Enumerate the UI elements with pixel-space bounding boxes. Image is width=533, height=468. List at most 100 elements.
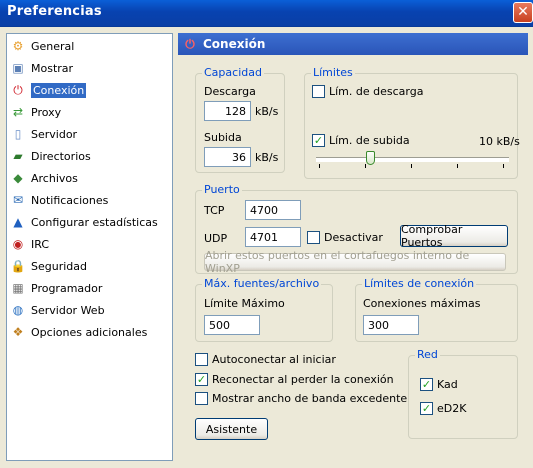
tcp-label: TCP — [204, 204, 225, 217]
sidebar-item[interactable]: ✉ Notificaciones — [10, 190, 111, 210]
panel-header: ⏻ Conexión — [178, 33, 528, 55]
descarga-label: Descarga — [204, 85, 256, 98]
subida-input[interactable]: 36 — [204, 147, 251, 167]
gear-icon: ⚙ — [12, 39, 24, 53]
sidebar-item[interactable]: ▦ Programador — [10, 278, 105, 298]
window-title: Preferencias — [7, 4, 102, 19]
slider-tick — [365, 164, 366, 168]
lim-subida-box[interactable]: ✓ — [312, 134, 325, 147]
sidebar-item[interactable]: ◍ Servidor Web — [10, 300, 108, 320]
upload-slider-track[interactable] — [316, 157, 509, 162]
conexion-limits-legend: Límites de conexión — [362, 277, 477, 290]
sidebar-item[interactable]: ▰ Directorios — [10, 146, 94, 166]
statistics-icon: ▲ — [13, 215, 23, 229]
autoconectar-label: Autoconectar al iniciar — [212, 353, 336, 366]
mostrar-ancho-box[interactable] — [195, 392, 208, 405]
lim-subida-checkbox[interactable]: ✓ Lím. de subida — [312, 134, 410, 147]
sidebar-item-label: Archivos — [31, 171, 78, 185]
sidebar-item-label: Conexión — [31, 82, 87, 98]
limites-legend: Límites — [311, 66, 355, 79]
sidebar-item-label: Notificaciones — [31, 193, 109, 207]
server-icon: ▯ — [14, 127, 22, 141]
udp-port-input[interactable]: 4701 — [245, 227, 301, 247]
mostrar-ancho-checkbox[interactable]: Mostrar ancho de banda excedente — [195, 392, 407, 405]
kad-label: Kad — [437, 378, 458, 391]
reconectar-box[interactable]: ✓ — [195, 373, 208, 386]
sidebar-item[interactable]: ⚙ General — [10, 36, 77, 56]
sidebar-item-label: General — [31, 39, 75, 53]
sidebar-item-label: Proxy — [31, 105, 62, 119]
sidebar-item[interactable]: ▯ Servidor — [10, 124, 80, 144]
sidebar-item[interactable]: ▲ Configurar estadísticas — [10, 212, 161, 232]
limite-maximo-label: Límite Máximo — [204, 297, 285, 310]
red-group: Red — [408, 348, 518, 439]
slider-tick — [411, 164, 412, 168]
notification-icon: ✉ — [12, 193, 24, 207]
conexiones-maximas-input[interactable]: 300 — [363, 315, 419, 335]
close-button[interactable]: ✕ — [513, 2, 533, 23]
settings-panel: ⏻ Conexión Capacidad Descarga 128 kB/s S… — [178, 33, 528, 461]
subida-label: Subida — [204, 131, 242, 144]
fuentes-legend: Máx. fuentes/archivo — [202, 277, 322, 290]
firewall-button[interactable]: Abrir estos puertos en el cortafuegos in… — [204, 249, 506, 275]
capacidad-legend: Capacidad — [202, 66, 264, 79]
sidebar: ⚙ General ▣ Mostrar ⏻ Conexión ⇄ Proxy ▯ Servidor… — [6, 33, 173, 461]
sidebar-item[interactable]: ⏻ Conexión — [10, 80, 89, 100]
sidebar-item-label: Servidor — [31, 127, 78, 141]
sidebar-item-label: Opciones adicionales — [31, 325, 148, 339]
descarga-unit: kB/s — [255, 105, 279, 118]
mostrar-ancho-label: Mostrar ancho de banda excedente — [212, 392, 408, 405]
kad-checkbox[interactable]: ✓ Kad — [420, 378, 458, 391]
sidebar-item-label: Mostrar — [31, 61, 74, 75]
lim-descarga-box[interactable] — [312, 85, 325, 98]
sidebar-item-label: Directorios — [31, 149, 91, 163]
desactivar-label: Desactivar — [324, 231, 383, 244]
lock-icon: 🔒 — [10, 259, 26, 273]
sidebar-item[interactable]: ◆ Archivos — [10, 168, 81, 188]
sidebar-item-label: Servidor Web — [31, 303, 105, 317]
tcp-port-input[interactable]: 4700 — [245, 200, 301, 220]
slider-tick — [319, 164, 320, 168]
irc-icon: ◉ — [12, 237, 24, 251]
descarga-input[interactable]: 128 — [204, 101, 251, 121]
desactivar-checkbox[interactable]: Desactivar — [307, 231, 383, 244]
asistente-button[interactable]: Asistente — [195, 418, 268, 440]
lim-subida-value: 10 kB/s — [479, 135, 520, 148]
folders-icon: ▰ — [13, 149, 23, 163]
files-icon: ◆ — [13, 171, 23, 185]
conexiones-maximas-label: Conexiones máximas — [363, 297, 481, 310]
proxy-icon: ⇄ — [12, 105, 24, 119]
desactivar-box[interactable] — [307, 231, 320, 244]
monitor-icon: ▣ — [12, 61, 24, 75]
sidebar-item-label: Configurar estadísticas — [31, 215, 158, 229]
panel-title: Conexión — [203, 37, 266, 51]
sidebar-item[interactable]: ▣ Mostrar — [10, 58, 76, 78]
reconectar-checkbox[interactable]: ✓ Reconectar al perder la conexión — [195, 373, 394, 386]
reconectar-label: Reconectar al perder la conexión — [212, 373, 394, 386]
upload-slider-thumb[interactable] — [366, 151, 376, 165]
autoconectar-box[interactable] — [195, 353, 208, 366]
ed2k-label: eD2K — [437, 402, 467, 415]
sidebar-item[interactable]: ❖ Opciones adicionales — [10, 322, 150, 342]
ed2k-checkbox[interactable]: ✓ eD2K — [420, 402, 466, 415]
ed2k-box[interactable]: ✓ — [420, 402, 433, 415]
sidebar-item-label: IRC — [31, 237, 50, 251]
globe-icon: ◍ — [12, 303, 24, 317]
sidebar-item[interactable]: ◉ IRC — [10, 234, 52, 254]
kad-box[interactable]: ✓ — [420, 378, 433, 391]
lim-descarga-label: Lím. de descarga — [329, 85, 424, 98]
comprobar-puertos-button[interactable]: Comprobar Puertos — [400, 223, 508, 249]
sidebar-item[interactable]: ⇄ Proxy — [10, 102, 64, 122]
puerto-legend: Puerto — [202, 183, 242, 196]
limite-maximo-input[interactable]: 500 — [204, 315, 260, 335]
lim-subida-label: Lím. de subida — [329, 134, 410, 147]
autoconectar-checkbox[interactable]: Autoconectar al iniciar — [195, 353, 336, 366]
title-bar: Preferencias ✕ — [0, 0, 533, 27]
slider-tick — [457, 164, 458, 168]
plug-icon: ⏻ — [13, 82, 23, 97]
calendar-icon: ▦ — [12, 281, 24, 295]
red-legend: Red — [415, 348, 440, 361]
lim-descarga-checkbox[interactable]: Lím. de descarga — [312, 85, 423, 98]
sidebar-item-label: Seguridad — [31, 259, 87, 273]
sidebar-item[interactable]: 🔒 Seguridad — [10, 256, 90, 276]
